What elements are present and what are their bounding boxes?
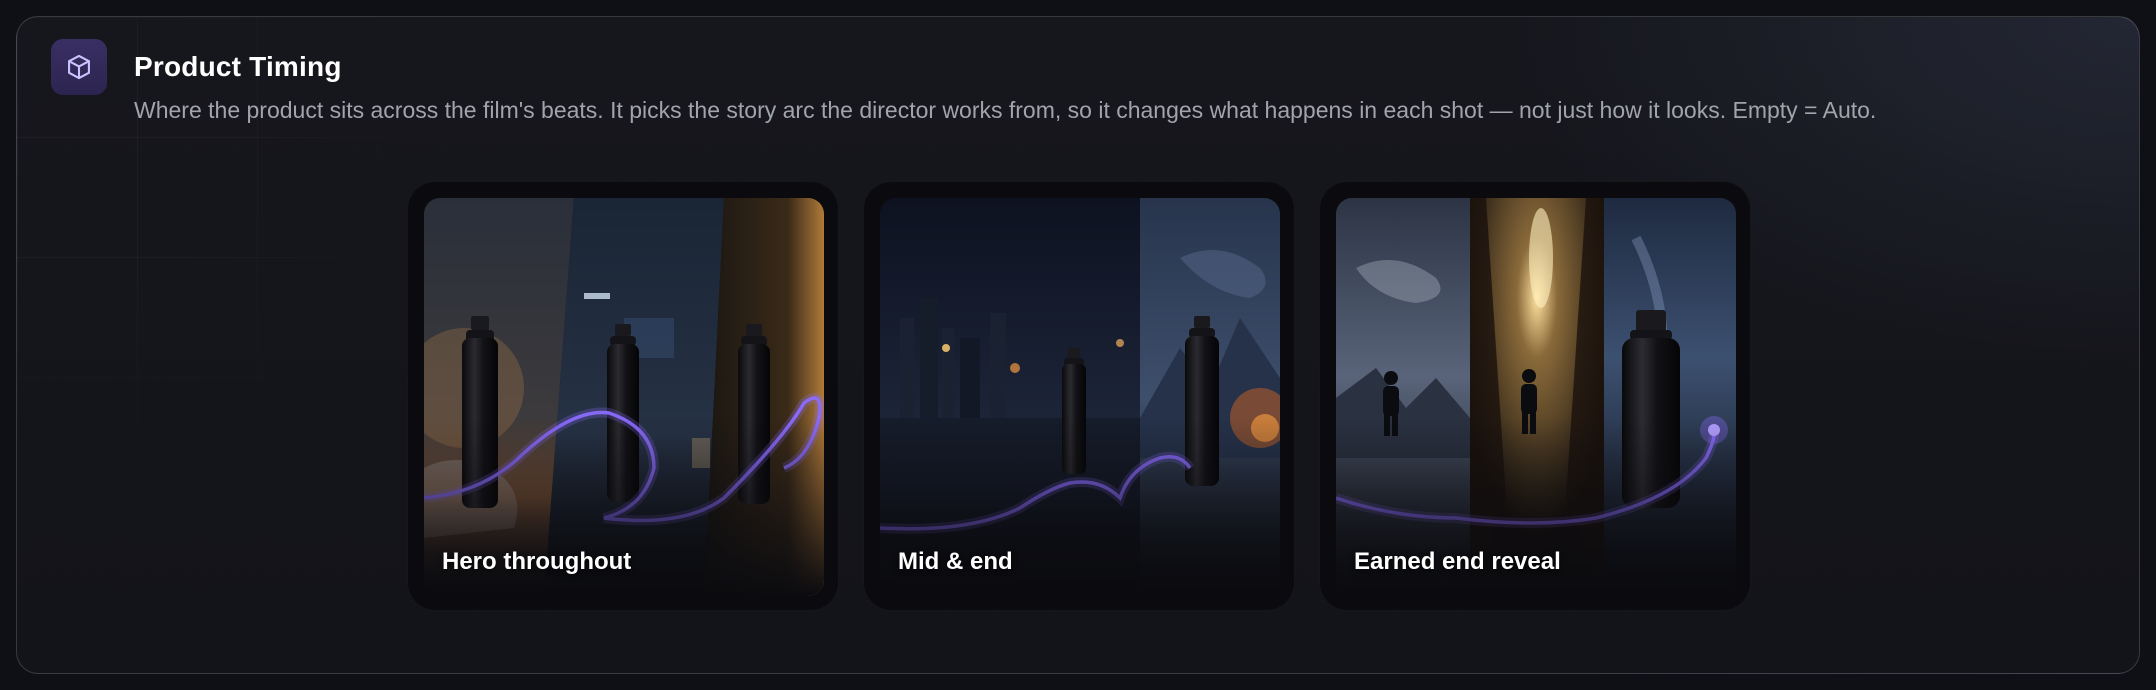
timing-options: Hero throughout Mid & end Earned end rev… bbox=[407, 181, 1751, 611]
cube-icon bbox=[51, 39, 107, 95]
option-image-hero-throughout bbox=[424, 198, 824, 596]
option-card-hero-throughout[interactable]: Hero throughout bbox=[407, 181, 839, 611]
section-description: Where the product sits across the film's… bbox=[134, 97, 1877, 123]
option-label: Mid & end bbox=[898, 548, 1013, 575]
option-label: Earned end reveal bbox=[1354, 548, 1561, 575]
option-image-earned-end-reveal bbox=[1336, 198, 1736, 596]
section-title: Product Timing bbox=[134, 51, 342, 82]
product-timing-panel: Product Timing Where the product sits ac… bbox=[16, 16, 2140, 674]
option-card-mid-and-end[interactable]: Mid & end bbox=[863, 181, 1295, 611]
option-card-earned-end-reveal[interactable]: Earned end reveal bbox=[1319, 181, 1751, 611]
option-label: Hero throughout bbox=[442, 548, 632, 575]
option-image-mid-and-end bbox=[880, 198, 1280, 596]
